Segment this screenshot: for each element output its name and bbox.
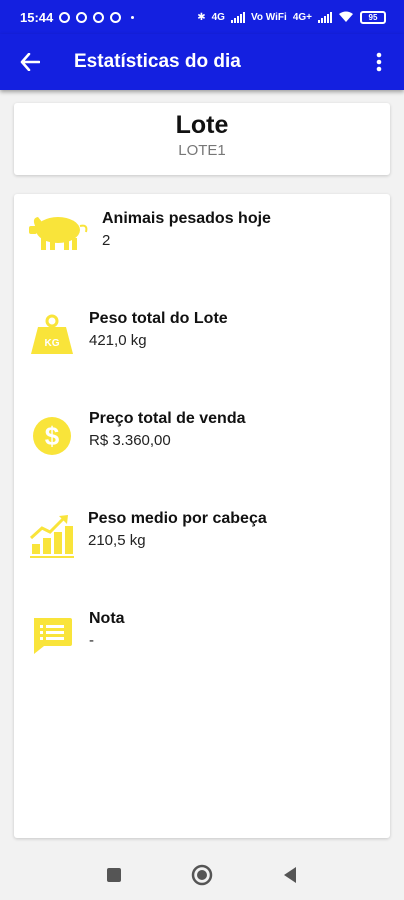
lot-name: LOTE1 <box>178 142 226 159</box>
status-time: 15:44 <box>20 9 54 25</box>
notification-circle-icon <box>93 11 105 23</box>
svg-text:$: $ <box>45 421 60 451</box>
network-label-1: 4G <box>211 11 225 23</box>
bluetooth-icon: ✱ <box>197 11 206 23</box>
pig-icon <box>29 217 88 250</box>
alarm-icon <box>59 11 71 23</box>
network-label-3: 4G+ <box>292 11 312 23</box>
home-circle-icon <box>191 864 213 886</box>
stat-label: Preço total de venda <box>89 410 246 427</box>
weight-kg-icon: KG <box>31 314 73 354</box>
network-label-2: Vo WiFi <box>250 11 287 23</box>
back-button[interactable] <box>0 34 60 90</box>
overflow-menu-button[interactable] <box>354 34 404 90</box>
wifi-icon <box>339 11 353 22</box>
system-back-button[interactable] <box>246 850 334 900</box>
page-title: Estatísticas do dia <box>74 51 241 72</box>
recents-button[interactable] <box>70 850 158 900</box>
note-icon <box>34 618 72 654</box>
signal-icon <box>230 11 245 23</box>
battery-icon: 95 <box>360 10 386 24</box>
app-bar: Estatísticas do dia <box>0 34 404 90</box>
signal-icon-2 <box>318 11 332 23</box>
stat-label: Peso total do Lote <box>89 310 228 327</box>
stat-row-animals-weighed: Animais pesados hoje 2 <box>14 208 390 268</box>
lot-title: Lote <box>175 111 229 139</box>
more-notifications-dot-icon <box>131 15 135 19</box>
status-bar: 15:44 ✱ 4G Vo WiFi 4G+ 95 <box>0 0 404 34</box>
svg-text:KG: KG <box>45 338 60 349</box>
stat-label: Nota <box>89 610 125 627</box>
lot-header-card: Lote LOTE1 <box>14 103 390 175</box>
recents-square-icon <box>107 868 121 882</box>
stats-card: Animais pesados hoje 2 KG Peso total do … <box>14 194 390 838</box>
stat-value: 210,5 kg <box>88 532 146 549</box>
stat-label: Animais pesados hoje <box>102 210 271 227</box>
stat-value: - <box>89 632 94 649</box>
system-nav-bar <box>0 850 404 900</box>
stat-row-note: Nota - <box>14 608 390 668</box>
stat-row-average-weight: Peso medio por cabeça 210,5 kg <box>14 508 390 568</box>
home-button[interactable] <box>158 850 246 900</box>
stat-value: 421,0 kg <box>89 332 147 349</box>
stat-value: 2 <box>102 232 111 249</box>
stat-row-total-weight: KG Peso total do Lote 421,0 kg <box>14 308 390 368</box>
stat-label: Peso medio por cabeça <box>88 510 267 527</box>
stat-value: R$ 3.360,00 <box>89 432 171 449</box>
notification-triangle-icon <box>110 11 122 23</box>
notification-b-icon <box>76 11 88 23</box>
back-triangle-icon <box>284 867 296 883</box>
arrow-left-icon <box>20 53 40 71</box>
more-vert-icon <box>376 52 382 72</box>
growth-chart-icon <box>29 515 74 558</box>
dollar-coin-icon: $ <box>33 417 71 455</box>
stat-row-total-price: $ Preço total de venda R$ 3.360,00 <box>14 408 390 468</box>
